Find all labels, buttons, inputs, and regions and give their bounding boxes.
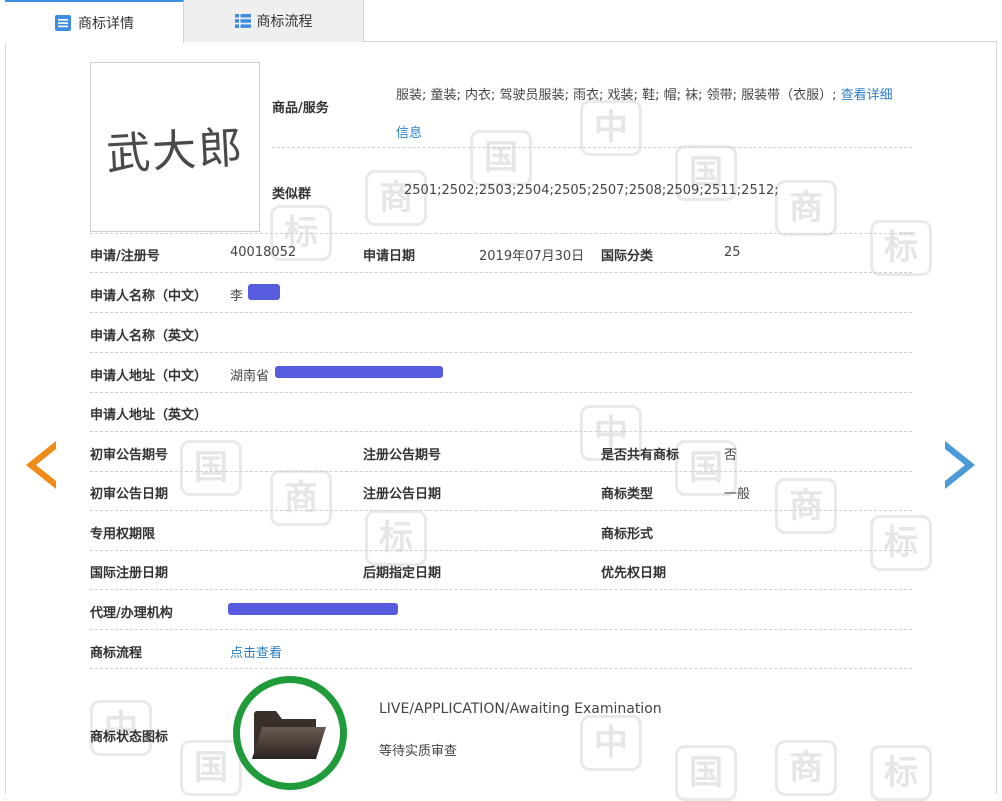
status-text-en: LIVE/APPLICATION/Awaiting Examination xyxy=(379,701,662,717)
watermark-char: 标 xyxy=(365,510,427,566)
next-arrow-icon[interactable] xyxy=(945,441,975,489)
apply-date-value: 2019年07月30日 xyxy=(479,249,585,264)
intl-reg-date-label: 国际注册日期 xyxy=(90,566,169,581)
watermark-char: 国 xyxy=(675,745,737,801)
tab-trademark-detail[interactable]: 商标详情 xyxy=(5,0,184,43)
goods-label: 商品/服务 xyxy=(272,101,329,116)
watermark-char: 商 xyxy=(775,740,837,796)
watermark-char: 商 xyxy=(775,180,837,236)
shared-mark-value: 否 xyxy=(724,448,738,463)
divider xyxy=(90,312,912,313)
reg-no-value: 40018052 xyxy=(230,245,297,260)
intl-class-label: 国际分类 xyxy=(601,249,654,264)
prelim-no-label: 初审公告期号 xyxy=(90,448,169,463)
prelim-date-label: 初审公告日期 xyxy=(90,487,169,502)
applicant-en-label: 申请人名称（英文） xyxy=(90,329,208,344)
similar-group-label: 类似群 xyxy=(272,187,312,202)
status-badge xyxy=(233,676,347,790)
previous-arrow-icon[interactable] xyxy=(26,441,56,489)
reg-pub-no-label: 注册公告期号 xyxy=(363,448,442,463)
watermark-char: 国 xyxy=(180,440,242,496)
divider xyxy=(90,668,912,669)
priority-date-label: 优先权日期 xyxy=(601,566,667,581)
view-details-link[interactable]: 查看详细 xyxy=(841,88,893,103)
status-icon-label: 商标状态图标 xyxy=(90,730,169,745)
divider xyxy=(90,272,912,273)
address-en-label: 申请人地址（英文） xyxy=(90,408,208,423)
divider xyxy=(90,510,912,511)
status-text-cn: 等待实质审查 xyxy=(379,744,458,759)
redaction-mark xyxy=(248,284,280,300)
similar-group-value: 2501;2502;2503;2504;2505;2507;2508;2509;… xyxy=(404,183,779,198)
watermark-char: 标 xyxy=(870,515,932,571)
trademark-image: 武大郎 xyxy=(90,62,260,232)
divider xyxy=(90,352,912,353)
watermark-char: 标 xyxy=(870,745,932,801)
mark-type-value: 一般 xyxy=(724,487,751,502)
divider xyxy=(90,392,912,393)
view-flow-link[interactable]: 点击查看 xyxy=(230,642,282,661)
watermark-char: 标 xyxy=(870,220,932,276)
tab-bar: 商标详情 商标流程 xyxy=(5,0,997,43)
trademark-mark-text: 武大郎 xyxy=(104,122,246,181)
watermark-char: 国 xyxy=(180,740,242,796)
divider xyxy=(90,629,912,630)
mark-type-label: 商标类型 xyxy=(601,487,654,502)
list-flow-icon xyxy=(234,14,251,28)
list-detail-icon xyxy=(55,14,71,31)
tab-label: 商标流程 xyxy=(256,14,313,30)
applicant-cn-value: 李 xyxy=(230,289,244,304)
divider xyxy=(90,471,912,472)
applicant-cn-label: 申请人名称（中文） xyxy=(90,289,208,304)
tab-trademark-flow[interactable]: 商标流程 xyxy=(184,0,364,42)
exclusive-period-label: 专用权期限 xyxy=(90,527,156,542)
tab-label: 商标详情 xyxy=(78,15,134,32)
watermark-char: 商 xyxy=(270,470,332,526)
goods-value: 服装; 童装; 内衣; 驾驶员服装; 雨衣; 戏装; 鞋; 帽; 袜; 领带; … xyxy=(396,77,916,153)
mark-form-label: 商标形式 xyxy=(601,527,654,542)
agent-label: 代理/办理机构 xyxy=(90,606,173,621)
address-cn-value: 湖南省 xyxy=(230,369,270,384)
divider xyxy=(90,431,912,432)
shared-mark-label: 是否共有商标 xyxy=(601,448,680,463)
folder-open-icon xyxy=(252,711,326,759)
later-designation-date-label: 后期指定日期 xyxy=(363,566,442,581)
view-details-link-cont[interactable]: 信息 xyxy=(396,126,422,141)
reg-no-label: 申请/注册号 xyxy=(90,249,160,264)
divider xyxy=(90,233,912,234)
watermark-char: 中 xyxy=(580,715,642,771)
divider xyxy=(90,550,912,551)
divider xyxy=(90,589,912,590)
flow-label: 商标流程 xyxy=(90,646,143,661)
redaction-mark xyxy=(228,603,398,615)
intl-class-value: 25 xyxy=(724,245,741,260)
apply-date-label: 申请日期 xyxy=(363,249,416,264)
watermark-char: 商 xyxy=(365,170,427,226)
watermark-char: 商 xyxy=(775,478,837,534)
redaction-mark xyxy=(275,366,443,378)
goods-text: 服装; 童装; 内衣; 驾驶员服装; 雨衣; 戏装; 鞋; 帽; 袜; 领带; … xyxy=(396,88,837,103)
address-cn-label: 申请人地址（中文） xyxy=(90,369,208,384)
reg-pub-date-label: 注册公告日期 xyxy=(363,487,442,502)
